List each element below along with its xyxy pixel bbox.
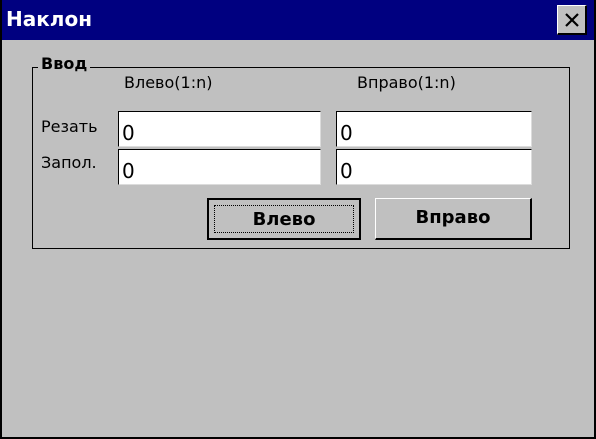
fill-left-input[interactable]: 0: [118, 149, 321, 185]
close-icon: [565, 13, 579, 27]
title-bar: Наклон: [2, 0, 594, 40]
row-label-fill: Запол.: [41, 153, 97, 172]
column-header-left: Влево(1:n): [124, 73, 213, 92]
fill-right-input[interactable]: 0: [336, 149, 532, 185]
slope-dialog: Наклон Ввод Влево(1:n) Вправо(1:n) Резат…: [0, 0, 596, 439]
column-header-right: Вправо(1:n): [357, 73, 456, 92]
close-button[interactable]: [557, 5, 587, 35]
cut-right-input[interactable]: 0: [336, 111, 532, 147]
window-title: Наклон: [6, 7, 93, 31]
cut-left-input[interactable]: 0: [118, 111, 321, 147]
left-button-label: Влево: [214, 205, 354, 233]
row-label-cut: Резать: [41, 117, 98, 136]
right-button[interactable]: Вправо: [375, 198, 532, 240]
groupbox-title: Ввод: [38, 55, 91, 73]
left-button[interactable]: Влево: [207, 198, 361, 240]
